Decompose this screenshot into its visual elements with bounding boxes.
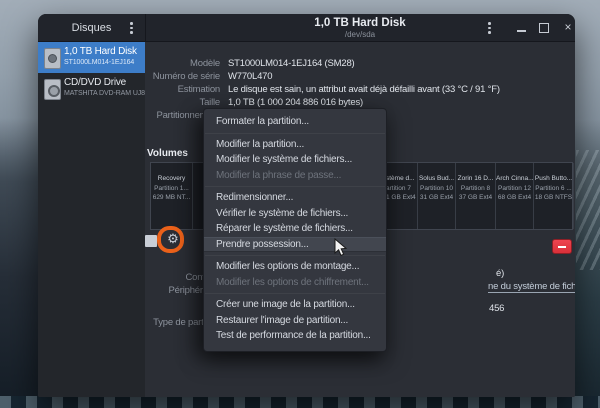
annotation-ring (157, 226, 184, 253)
volume-cell-line: 18 GB NTFS (534, 194, 573, 201)
menu-item: Modifier la phrase de passe... (204, 168, 386, 184)
sidebar-item-hard-disk[interactable]: 1,0 TB Hard Disk ST1000LM014-1EJ164 (38, 42, 145, 73)
main-header: 1,0 TB Hard Disk /dev/sda (145, 14, 575, 41)
menu-item[interactable]: Vérifier le système de fichiers... (204, 206, 386, 222)
sidebar-item-title: 1,0 TB Hard Disk (64, 46, 137, 57)
optical-drive-icon (44, 79, 61, 100)
menu-item[interactable]: Prendre possession... (204, 237, 386, 253)
volume-cell-line: 68 GB Ext4 (496, 194, 533, 201)
volume-cell-line: Partition 6 ... (534, 185, 573, 192)
volume-cell[interactable]: Push Butto... Partition 6 ... 18 GB NTFS (534, 163, 574, 229)
menu-separator (204, 183, 386, 190)
menu-item[interactable]: Modifier la partition... (204, 137, 386, 153)
wallpaper-water (0, 396, 600, 408)
disks-window: Disques 1,0 TB Hard Disk /dev/sda × 1,0 … (38, 14, 575, 397)
sidebar-menu-icon[interactable] (130, 22, 133, 34)
volume-cell-line: Solus Bud... (418, 175, 455, 182)
menu-item[interactable]: Créer une image de la partition... (204, 297, 386, 313)
detail-row: Estimation Le disque est sain, un attribu… (145, 84, 575, 97)
menu-separator (204, 290, 386, 297)
detail-value: Le disque est sain, un attribut avait dé… (228, 84, 500, 97)
volume-cell[interactable]: Zorin 16 D... Partition 8 37 GB Ext4 (456, 163, 496, 229)
detail-label: Estimation (145, 84, 220, 97)
detail-value: W770L470 (228, 71, 272, 84)
volume-cell[interactable]: Recovery Partition 1... 629 MB NT... (151, 163, 193, 229)
uuid-value-fragment: 456 (489, 303, 504, 314)
sidebar-item-subtitle: ST1000LM014-1EJ164 (64, 59, 134, 66)
volume-cell[interactable]: Arch Cinna... Partition 12 68 GB Ext4 (496, 163, 534, 229)
sidebar-item-title: CD/DVD Drive (64, 77, 126, 88)
sidebar-item-subtitle: MATSHITA DVD-RAM UJ8HC (64, 90, 155, 97)
app-menu-icon[interactable] (488, 22, 491, 34)
volume-cell-line: Partition 1... (151, 185, 192, 192)
menu-item[interactable]: Formater la partition... (204, 114, 386, 130)
detail-value: ST1000LM014-1EJ164 (SM28) (228, 58, 355, 71)
volume-cell-line: 37 GB Ext4 (456, 194, 495, 201)
volume-cell-line: 31 GB Ext4 (418, 194, 455, 201)
detail-label: Numéro de série (145, 71, 220, 84)
volume-cell-line: Zorin 16 D... (456, 175, 495, 182)
mouse-cursor (334, 238, 348, 257)
unmount-button[interactable] (145, 235, 157, 247)
menu-item[interactable]: Réparer le système de fichiers... (204, 221, 386, 237)
menu-separator (204, 130, 386, 137)
minimize-button[interactable] (515, 20, 529, 34)
volume-cell-line: Partition 8 (456, 185, 495, 192)
detail-label: Modèle (145, 58, 220, 71)
detail-row: Modèle ST1000LM014-1EJ164 (SM28) (145, 58, 575, 71)
titlebar[interactable]: Disques 1,0 TB Hard Disk /dev/sda × (38, 14, 575, 42)
wallpaper-mountain-snow (576, 150, 600, 270)
desktop: Disques 1,0 TB Hard Disk /dev/sda × 1,0 … (0, 0, 600, 408)
detail-row: Numéro de série W770L470 (145, 71, 575, 84)
volume-cell-line: Partition 12 (496, 185, 533, 192)
menu-separator (204, 252, 386, 259)
menu-item[interactable]: Modifier les options de montage... (204, 259, 386, 275)
menu-item: Modifier les options de chiffrement... (204, 275, 386, 291)
window-subtitle: /dev/sda (145, 30, 575, 39)
close-button[interactable]: × (561, 20, 575, 34)
sidebar-item-cd-dvd[interactable]: CD/DVD DriveMATSHITA DVD-RAM UJ8HC (38, 73, 145, 104)
volume-cell-line: Push Butto... (534, 175, 573, 182)
volume-cell[interactable]: Solus Bud... Partition 10 31 GB Ext4 (418, 163, 456, 229)
menu-item[interactable]: Redimensionner... (204, 190, 386, 206)
menu-item[interactable]: Modifier le système de fichiers... (204, 152, 386, 168)
maximize-button[interactable] (537, 20, 551, 34)
partition-context-menu: Formater la partition... Modifier la part… (203, 108, 387, 352)
menu-item[interactable]: Test de performance de la partition... (204, 328, 386, 344)
contents-value-fragment: é) (496, 268, 504, 279)
wallpaper-left (0, 118, 38, 408)
volume-cell-line: Partition 10 (418, 185, 455, 192)
sidebar-title: Disques (72, 22, 112, 34)
filesystem-link-fragment[interactable]: ne du système de fichiers (488, 281, 575, 293)
volumes-heading: Volumes (147, 148, 188, 159)
hdd-icon (44, 48, 61, 69)
volume-cell-line: 629 MB NT... (151, 194, 192, 201)
minus-icon (558, 246, 566, 248)
delete-partition-button[interactable] (552, 239, 572, 254)
window-title: 1,0 TB Hard Disk (145, 17, 575, 29)
device-sidebar: 1,0 TB Hard Disk ST1000LM014-1EJ164 CD/DVD… (38, 42, 146, 397)
volume-cell-line: Recovery (151, 175, 192, 182)
menu-item[interactable]: Restaurer l'image de partition... (204, 313, 386, 329)
volume-cell-line: Arch Cinna... (496, 175, 533, 182)
